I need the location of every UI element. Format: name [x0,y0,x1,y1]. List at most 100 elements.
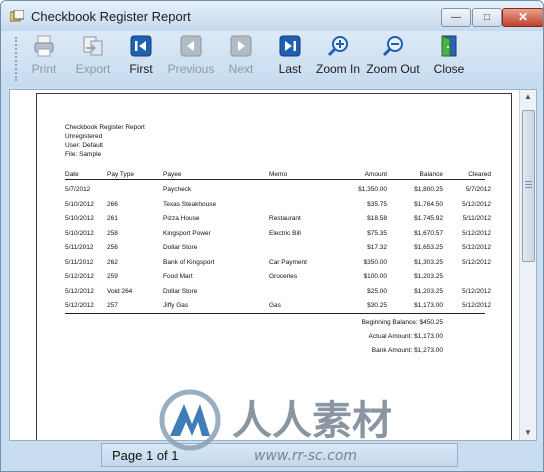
cell-amount: $350.00 [363,258,388,266]
cell-date: 5/10/2012 [65,229,94,237]
cell-cleared: 5/11/2012 [462,215,491,222]
cell-payee: Dollar Store [163,244,198,251]
report-page: Checkbook Register Report Unregistered Use… [36,93,512,440]
zoom-out-button[interactable]: Zoom Out [366,35,420,83]
close-button[interactable]: Close [431,35,467,83]
cell-balance: $1,670.57 [414,229,443,237]
cell-amount: $17.32 [367,244,387,251]
cell-payee: Jiffy Gas [163,302,189,309]
vertical-scrollbar[interactable]: ▲ ▼ [519,90,536,440]
export-icon [83,36,103,56]
report-heading-line: File: Sample [65,151,102,158]
export-button[interactable]: Export [71,35,115,83]
cell-payee: Bank of Kingsport [163,258,215,266]
exit-door-icon [441,35,457,57]
toolbar: Print Export First Previous Next Last Zo… [1,31,543,87]
next-page-button[interactable]: Next [225,35,257,83]
cell-cleared: 5/7/2012 [465,186,491,193]
cell-memo: Electric Bill [269,229,301,237]
column-header-memo: Memo [269,171,288,178]
thumb-grip-line [525,187,532,188]
cell-pay-type: Void 264 [107,287,133,295]
cell-date: 5/11/2012 [65,244,94,251]
cell-amount: $100.00 [363,273,388,280]
scroll-down-arrow-icon[interactable]: ▼ [520,426,536,440]
cell-amount: $75.35 [367,229,387,237]
cell-balance: $1,203.25 [414,273,443,280]
cell-balance: $1,303.25 [414,258,443,266]
cell-date: 5/7/2012 [65,186,91,193]
cell-pay-type: 257 [107,302,118,309]
first-page-button[interactable]: First [125,35,157,83]
cell-balance: $1,745.92 [414,215,443,222]
cell-amount: $35.75 [367,200,387,208]
zoom-in-button[interactable]: Zoom In [315,35,361,83]
column-header-pay-type: Pay Type [107,171,134,178]
cell-amount: $25.00 [367,287,387,295]
toolbar-grip[interactable] [15,37,20,81]
report-total-line: Bank Amount: $1,273.00 [371,347,443,354]
cell-cleared: 5/12/2012 [462,200,491,208]
cell-date: 5/12/2012 [65,273,94,280]
report-heading-line: Checkbook Register Report [65,124,145,131]
cell-date: 5/10/2012 [65,200,94,208]
column-header-payee: Payee [163,171,182,178]
cell-pay-type: 262 [107,258,118,266]
zoom-out-icon [382,36,403,57]
cell-pay-type: 256 [107,244,118,251]
cell-payee: Pizza House [163,215,200,222]
last-page-icon [279,35,301,57]
minimize-button[interactable]: — [441,8,471,27]
last-page-button[interactable]: Last [274,35,306,83]
totals-rule [65,313,485,314]
cell-balance: $1,203.25 [414,287,443,295]
cell-amount: $1,350.00 [358,186,387,193]
status-panel: Page 1 of 1 [101,443,458,467]
cell-memo: Car Payment [269,258,307,266]
cell-cleared: 5/12/2012 [462,229,491,237]
header-rule [65,179,485,180]
cell-cleared: 5/12/2012 [462,258,491,266]
app-icon [10,10,24,22]
scroll-up-arrow-icon[interactable]: ▲ [520,90,536,104]
cell-payee: Texas Steakhouse [163,200,217,208]
cell-balance: $1,173.00 [414,302,443,309]
next-page-icon [230,35,252,57]
cell-cleared: 5/12/2012 [462,302,491,309]
cell-date: 5/12/2012 [65,302,94,309]
report-preview-area[interactable]: Checkbook Register Report Unregistered Use… [9,89,537,441]
cell-balance: $1,764.50 [414,200,443,208]
cell-pay-type: 258 [107,229,118,237]
cell-amount: $18.58 [367,215,387,222]
scroll-thumb[interactable] [522,110,535,262]
thumb-grip-line [525,181,532,182]
cell-balance: $1,800.25 [414,186,443,193]
cell-date: 5/12/2012 [65,287,94,295]
column-header-balance: Balance [419,171,444,178]
cell-cleared: 5/12/2012 [462,244,491,251]
cell-pay-type: 259 [107,273,118,280]
status-bar: Page 1 of 1 [1,441,543,471]
cell-payee: Dollar Store [163,287,198,295]
cell-payee: Food Mart [163,273,193,280]
cell-payee: Paycheck [163,186,192,193]
cell-memo: Groceries [269,273,298,280]
print-button[interactable]: Print [26,35,62,83]
maximize-button[interactable]: □ [472,8,502,27]
report-window: Checkbook Register Report — □ ✕ Print Ex… [0,0,544,472]
cell-date: 5/10/2012 [65,215,94,222]
cell-memo: Restaurant [269,215,301,222]
cell-amount: $30.25 [367,302,387,309]
cell-memo: Gas [269,302,281,309]
previous-page-icon [180,35,202,57]
zoom-in-icon [327,36,348,57]
cell-cleared: 5/12/2012 [462,287,491,295]
column-header-date: Date [65,171,79,178]
report-heading-line: Unregistered [65,133,103,140]
first-page-icon [130,35,152,57]
column-header-amount: Amount [364,171,387,178]
close-window-button[interactable]: ✕ [502,8,543,27]
printer-icon [34,35,54,57]
previous-page-button[interactable]: Previous [167,35,215,83]
cell-pay-type: 266 [107,200,118,208]
